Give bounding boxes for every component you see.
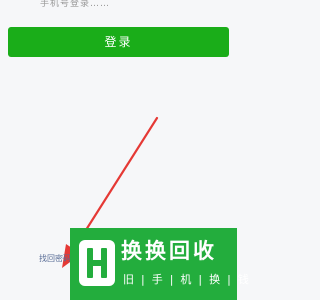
login-button[interactable]: 登录 (8, 27, 229, 57)
retrieve-password-link[interactable]: 找回密码 (39, 253, 71, 264)
watermark-title: 换换回收 (121, 239, 217, 263)
top-partial-text: 手机号登录…… (40, 0, 111, 9)
watermark-subtitle: 旧|手|机|换|钱 (123, 273, 256, 286)
watermark-overlay: 换换回收 旧|手|机|换|钱 (70, 228, 249, 300)
h-logo-icon (79, 240, 115, 286)
